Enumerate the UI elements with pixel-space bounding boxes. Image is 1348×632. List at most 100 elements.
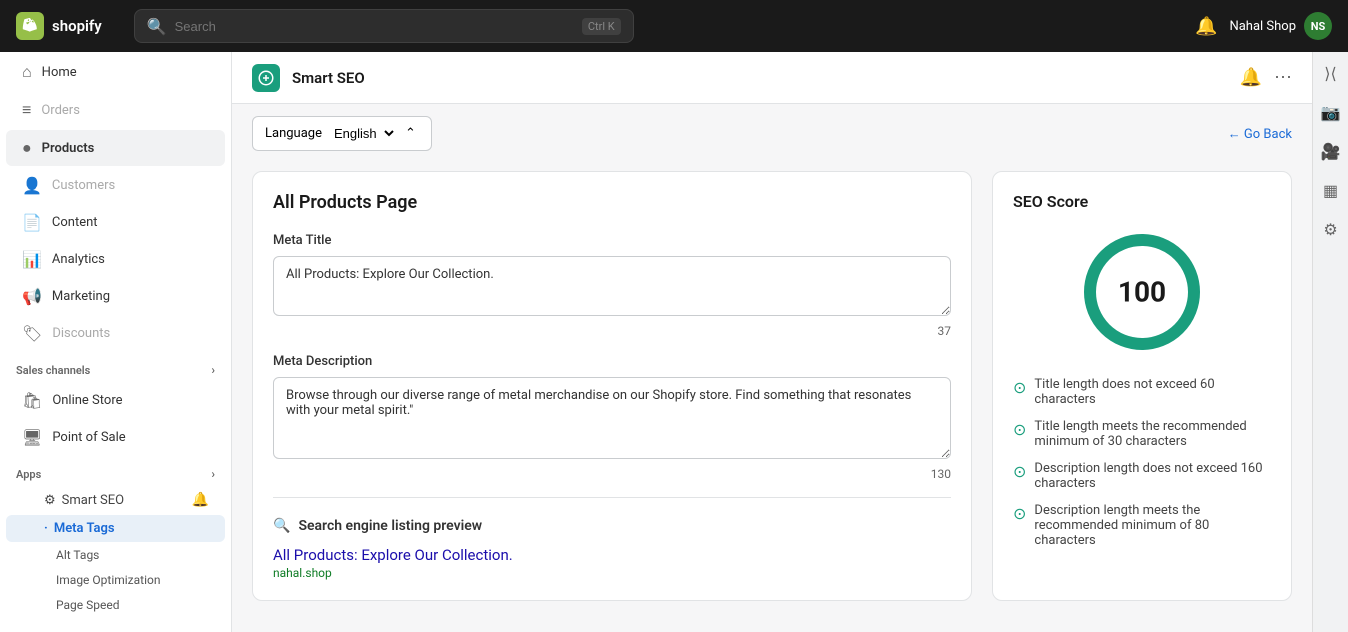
page-title: All Products Page: [273, 192, 951, 213]
meta-description-char-count: 130: [273, 467, 951, 481]
sidebar-item-home[interactable]: ⌂ Home: [6, 54, 225, 90]
sidebar-item-orders[interactable]: ≡ Orders: [6, 92, 225, 128]
search-shortcut: Ctrl K: [582, 18, 621, 35]
toolbar-camera-icon[interactable]: 📷: [1317, 99, 1345, 126]
smart-seo-label: Smart SEO: [62, 493, 124, 508]
sidebar-item-content[interactable]: 📄 Content: [6, 205, 225, 240]
seo-check-3-label: Description length does not exceed 160 c…: [1034, 461, 1271, 491]
sidebar-pos-label: Point of Sale: [52, 430, 125, 445]
sidebar-item-products[interactable]: ● Products: [6, 130, 225, 166]
go-back-link[interactable]: ← Go Back: [1228, 126, 1292, 142]
app-more-options-icon[interactable]: ⋯: [1274, 67, 1292, 88]
sidebar-item-image-optimization[interactable]: Image Optimization: [6, 568, 225, 592]
search-preview-section: 🔍 Search engine listing preview All Prod…: [273, 497, 951, 580]
layout: ⌂ Home ≡ Orders ● Products 👤 Customers 📄…: [0, 52, 1348, 632]
language-selector[interactable]: Language English French Spanish ⌃: [252, 116, 432, 151]
apps-section: Apps ›: [0, 457, 231, 485]
sidebar-item-point-of-sale[interactable]: 🖥 Point of Sale: [6, 420, 225, 455]
smart-seo-bell-icon[interactable]: 🔔: [192, 492, 209, 508]
check-circle-icon-2: ⊙: [1013, 420, 1026, 439]
apps-chevron-icon[interactable]: ›: [211, 467, 215, 481]
sidebar-orders-label: Orders: [41, 103, 80, 118]
sidebar-item-analytics[interactable]: 📊 Analytics: [6, 242, 225, 277]
sidebar-online-store-label: Online Store: [52, 393, 122, 408]
seo-check-1: ⊙ Title length does not exceed 60 charac…: [1013, 377, 1271, 407]
sidebar-content-label: Content: [52, 215, 98, 230]
preview-page-title: All Products: Explore Our Collection.: [273, 546, 951, 564]
apps-label: Apps: [16, 468, 41, 481]
check-circle-icon-1: ⊙: [1013, 378, 1026, 397]
image-optimization-label: Image Optimization: [56, 573, 160, 587]
seo-check-2-label: Title length meets the recommended minim…: [1034, 419, 1271, 449]
sidebar-item-meta-tags[interactable]: · Meta Tags: [6, 515, 225, 542]
preview-section-title: 🔍 Search engine listing preview: [273, 518, 951, 534]
toolbar-video-icon[interactable]: 🎥: [1317, 138, 1345, 165]
seo-check-2: ⊙ Title length meets the recommended min…: [1013, 419, 1271, 449]
sidebar-item-alt-tags[interactable]: Alt Tags: [6, 543, 225, 567]
alt-tags-label: Alt Tags: [56, 548, 99, 562]
customers-icon: 👤: [22, 176, 42, 195]
sidebar-home-label: Home: [42, 65, 77, 80]
sidebar-discounts-label: Discounts: [52, 326, 110, 341]
language-dropdown[interactable]: English French Spanish: [330, 125, 397, 142]
content-area: All Products Page Meta Title All Product…: [232, 151, 1312, 621]
discounts-icon: 🏷: [22, 324, 42, 343]
meta-description-group: Meta Description Browse through our dive…: [273, 354, 951, 481]
shop-name: Nahal Shop: [1229, 19, 1296, 34]
toolbar-grid-icon[interactable]: ▦: [1319, 177, 1342, 204]
search-input[interactable]: [175, 19, 574, 34]
seo-check-1-label: Title length does not exceed 60 characte…: [1034, 377, 1271, 407]
meta-title-input[interactable]: All Products: Explore Our Collection.: [273, 256, 951, 316]
search-bar[interactable]: 🔍 Ctrl K: [134, 9, 634, 43]
sales-channels-section: Sales channels ›: [0, 353, 231, 381]
sidebar-products-label: Products: [42, 141, 95, 156]
meta-title-char-count: 37: [273, 324, 951, 338]
analytics-icon: 📊: [22, 250, 42, 269]
user-avatar[interactable]: NS: [1304, 12, 1332, 40]
sales-channels-label: Sales channels: [16, 364, 90, 377]
seo-score-card: SEO Score 100 ⊙ Title length do: [992, 171, 1292, 601]
content-icon: 📄: [22, 213, 42, 232]
sidebar-item-customers[interactable]: 👤 Customers: [6, 168, 225, 203]
search-icon: 🔍: [273, 518, 290, 534]
notification-bell-icon[interactable]: 🔔: [1195, 16, 1217, 37]
top-navigation: shopify 🔍 Ctrl K 🔔 Nahal Shop NS: [0, 0, 1348, 52]
toolbar-settings-icon[interactable]: ⚙: [1319, 216, 1341, 243]
meta-title-group: Meta Title All Products: Explore Our Col…: [273, 233, 951, 338]
seo-check-4: ⊙ Description length meets the recommend…: [1013, 503, 1271, 548]
meta-description-input[interactable]: Browse through our diverse range of meta…: [273, 377, 951, 459]
sidebar: ⌂ Home ≡ Orders ● Products 👤 Customers 📄…: [0, 52, 232, 632]
nav-right: 🔔 Nahal Shop NS: [1195, 12, 1332, 40]
toolbar-expand-icon[interactable]: ⟩⟨: [1320, 60, 1340, 87]
meta-tags-icon: ·: [44, 521, 48, 536]
sidebar-item-page-speed[interactable]: Page Speed: [6, 593, 225, 617]
products-icon: ●: [22, 138, 32, 158]
orders-icon: ≡: [22, 100, 31, 120]
sidebar-item-marketing[interactable]: 📢 Marketing: [6, 279, 225, 314]
sidebar-item-discounts[interactable]: 🏷 Discounts: [6, 316, 225, 351]
shopify-logo-icon: [16, 12, 44, 40]
online-store-icon: 🛍: [22, 391, 42, 410]
main-content: Smart SEO 🔔 ⋯ Language English French Sp…: [232, 52, 1312, 632]
app-header-title: Smart SEO: [292, 69, 365, 87]
seo-check-3: ⊙ Description length does not exceed 160…: [1013, 461, 1271, 491]
app-notification-icon[interactable]: 🔔: [1240, 67, 1262, 88]
sidebar-item-smart-seo[interactable]: ⚙ Smart SEO 🔔: [6, 486, 225, 514]
marketing-icon: 📢: [22, 287, 42, 306]
language-chevron-icon: ⌃: [405, 126, 416, 141]
sidebar-marketing-label: Marketing: [52, 289, 110, 304]
smart-seo-icon: ⚙: [44, 493, 56, 508]
user-area: Nahal Shop NS: [1229, 12, 1332, 40]
check-circle-icon-4: ⊙: [1013, 504, 1026, 523]
preview-url: nahal.shop: [273, 566, 951, 580]
score-circle: 100: [1077, 227, 1207, 357]
sidebar-item-online-store[interactable]: 🛍 Online Store: [6, 383, 225, 418]
sidebar-item-settings[interactable]: ⚙ Settings: [6, 625, 225, 632]
sidebar-analytics-label: Analytics: [52, 252, 105, 267]
sales-channels-chevron-icon[interactable]: ›: [211, 363, 215, 377]
shopify-brand-name: shopify: [52, 17, 102, 35]
app-header-actions: 🔔 ⋯: [1240, 67, 1292, 88]
meta-tags-label: Meta Tags: [54, 521, 115, 536]
meta-title-label: Meta Title: [273, 233, 951, 248]
page-speed-label: Page Speed: [56, 598, 119, 612]
